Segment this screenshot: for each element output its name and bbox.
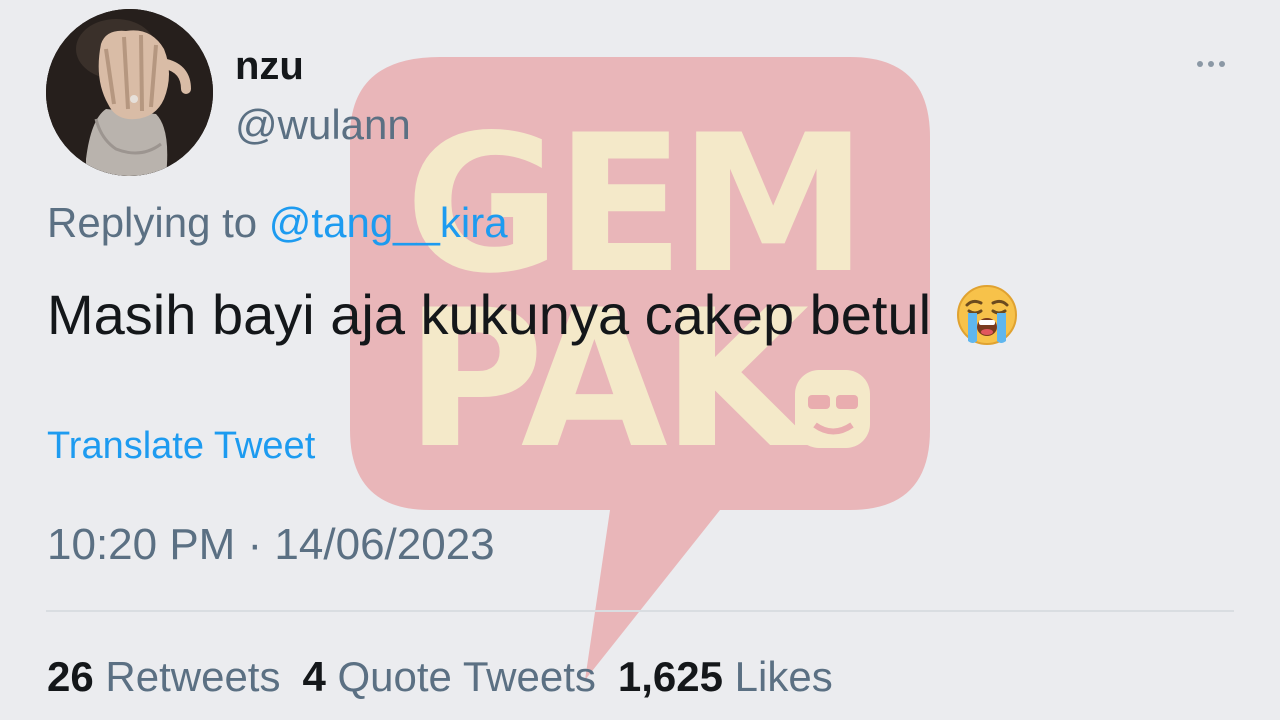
loudly-crying-face-icon [957,285,1018,345]
more-horizontal-icon-dot [1219,61,1225,67]
retweets-count: 26 [47,653,94,700]
tweet-timestamp[interactable]: 10:20 PM · 14/06/2023 [47,518,495,572]
retweets-stat[interactable]: 26 Retweets [47,650,280,704]
tweet-text: Masih bayi aja kukunya cakep betul [47,282,1019,348]
tweet-card: GEM PAK nzu @wulann Replying to @tang__k… [0,0,1280,720]
author-handle[interactable]: @wulann [235,100,411,150]
translate-tweet-link[interactable]: Translate Tweet [47,422,315,470]
quote-tweets-count: 4 [302,653,326,700]
tweet-body: Masih bayi aja kukunya cakep betul [47,283,932,346]
reply-mention-link[interactable]: @tang__kira [269,199,508,246]
engagement-stats: 26 Retweets 4 Quote Tweets 1,625 Likes [47,650,855,704]
author-display-name[interactable]: nzu [235,42,304,90]
quote-tweets-label: Quote Tweets [337,653,596,700]
more-horizontal-icon [1197,61,1203,67]
retweets-label: Retweets [105,653,281,700]
avatar-image [46,9,213,176]
replying-to-label: Replying to [47,199,258,246]
quote-tweets-stat[interactable]: 4 Quote Tweets [302,650,595,704]
watermark-face-icon [795,370,870,448]
more-options-button[interactable] [1186,48,1236,80]
likes-stat[interactable]: 1,625 Likes [618,650,833,704]
likes-count: 1,625 [617,653,723,700]
likes-label: Likes [734,653,833,700]
replying-to: Replying to @tang__kira [47,197,508,249]
avatar[interactable] [46,9,213,176]
divider [46,610,1234,612]
more-horizontal-icon-dot [1208,61,1214,67]
